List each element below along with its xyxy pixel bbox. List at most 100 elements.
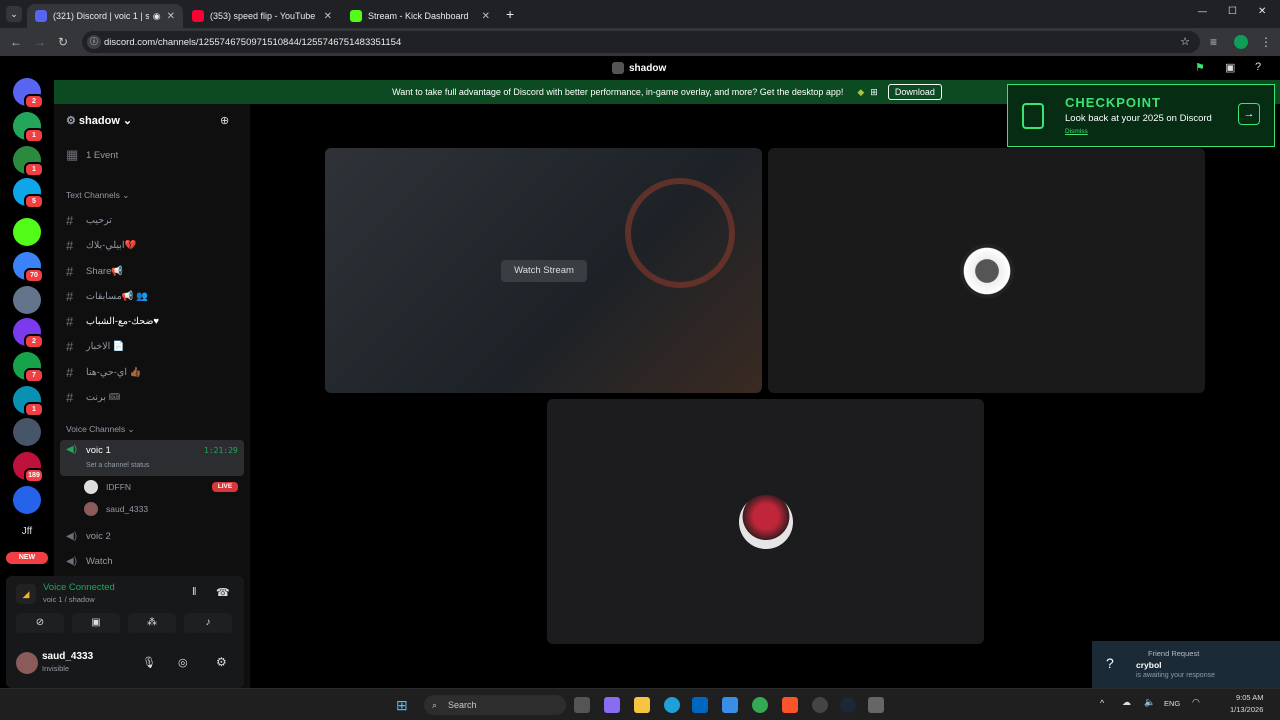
channel-item[interactable]: # Share📢: [66, 260, 244, 282]
server-icon[interactable]: 7: [13, 352, 44, 383]
text-channels-category[interactable]: Text Channels ⌄: [66, 190, 129, 201]
server-text-icon[interactable]: Jff: [13, 526, 41, 537]
voice-channel-item[interactable]: ◀) Watch: [66, 550, 244, 572]
network-icon[interactable]: ☁: [1122, 697, 1131, 708]
channel-item[interactable]: # مسابقات📢 👥: [66, 285, 244, 307]
browser-menu-icon[interactable]: ⋮: [1260, 34, 1272, 50]
channel-item[interactable]: # الاخبار 📄: [66, 335, 244, 357]
disconnect-icon[interactable]: ☎: [216, 586, 230, 599]
server-icon[interactable]: [13, 218, 41, 246]
tab-discord[interactable]: (321) Discord | voic 1 | sha ◉ ✕: [27, 4, 183, 28]
clock-time[interactable]: 9:05 AM: [1236, 693, 1264, 702]
server-icon[interactable]: 70: [13, 252, 44, 283]
file-explorer-icon[interactable]: [634, 697, 650, 713]
app-icon[interactable]: [868, 697, 884, 713]
address-bar[interactable]: ⓘ discord.com/channels/12557467509715108…: [82, 31, 1200, 53]
soundboard-button[interactable]: ♪: [184, 613, 232, 633]
stream-tile[interactable]: Watch Stream: [325, 148, 762, 393]
participant-tile[interactable]: [547, 399, 984, 644]
steam-icon[interactable]: [840, 697, 856, 713]
close-window-button[interactable]: ✕: [1258, 6, 1266, 17]
channel-status-hint[interactable]: Set a channel status: [86, 462, 149, 469]
microphone-icon[interactable]: 🎙: [142, 656, 156, 669]
server-icon[interactable]: [13, 486, 41, 514]
events-item[interactable]: ▦ 1 Event: [66, 144, 244, 166]
close-tab-icon[interactable]: ✕: [482, 11, 490, 22]
brave-icon[interactable]: [782, 697, 798, 713]
help-icon[interactable]: ?: [1255, 61, 1261, 73]
server-icon[interactable]: 2: [13, 318, 44, 349]
speaker-icon: ◀): [66, 555, 78, 567]
participant-tile[interactable]: [768, 148, 1205, 393]
settings-gear-icon[interactable]: ⚙: [216, 655, 227, 669]
bookmark-star-icon[interactable]: ☆: [1180, 35, 1190, 48]
voice-connected-sub[interactable]: voic 1 / shadow: [43, 595, 95, 604]
download-button[interactable]: Download: [887, 84, 942, 100]
maximize-button[interactable]: ☐: [1228, 6, 1237, 17]
friend-request-toast[interactable]: ? Friend Request crybol is awaiting your…: [1092, 641, 1280, 688]
forward-icon[interactable]: →: [34, 34, 46, 50]
close-tab-icon[interactable]: ✕: [167, 11, 175, 22]
channel-item[interactable]: # برنت 🎟: [66, 386, 244, 408]
arrow-right-icon[interactable]: →: [1238, 103, 1260, 125]
show-hidden-icons[interactable]: ^: [1100, 698, 1104, 708]
volume-icon[interactable]: 🔈: [1144, 697, 1155, 708]
new-tab-button[interactable]: +: [506, 6, 514, 22]
store-icon[interactable]: [692, 697, 708, 713]
edge-icon[interactable]: [664, 697, 680, 713]
close-tab-icon[interactable]: ✕: [324, 11, 332, 22]
tab-youtube[interactable]: (353) speed flip - YouTube ✕: [184, 4, 340, 28]
voice-channel-active[interactable]: ◀) voic 1 1:21:29 Set a channel status: [60, 440, 244, 476]
outlook-icon[interactable]: [722, 697, 738, 713]
direct-messages-icon[interactable]: 2: [13, 78, 44, 109]
invite-people-icon[interactable]: ⊕: [220, 114, 229, 127]
server-boost-icon: ⚙: [66, 115, 79, 127]
checkpoint-promo[interactable]: CHECKPOINT Look back at your 2025 on Dis…: [1007, 84, 1275, 147]
avatar[interactable]: [16, 652, 38, 674]
server-icon[interactable]: 1: [13, 146, 44, 177]
profile-avatar[interactable]: [1234, 35, 1248, 49]
channel-item[interactable]: # ابيلي-بلاك💔: [66, 234, 244, 256]
start-button[interactable]: ⊞: [396, 697, 408, 714]
noise-suppression-icon[interactable]: ǁ: [192, 586, 197, 598]
site-info-icon[interactable]: ⓘ: [87, 35, 101, 49]
quest-flag-icon[interactable]: ⚑: [1195, 61, 1205, 74]
dismiss-link[interactable]: Dismiss: [1065, 128, 1088, 135]
activities-button[interactable]: ⁂: [128, 613, 176, 633]
minimize-button[interactable]: —: [1198, 6, 1207, 16]
tab-list-dropdown[interactable]: ⌄: [6, 6, 22, 22]
taskbar-search[interactable]: ⌕ Search: [424, 695, 566, 715]
voice-user[interactable]: saud_4333: [84, 500, 244, 518]
share-screen-button[interactable]: ▣: [72, 613, 120, 633]
toast-user: crybol: [1136, 660, 1162, 670]
server-icon[interactable]: 5: [13, 178, 44, 209]
media-controls-icon[interactable]: ≡: [1210, 34, 1217, 50]
audio-icon[interactable]: ◉: [153, 11, 161, 22]
chrome-icon[interactable]: [752, 697, 768, 713]
server-icon[interactable]: [13, 286, 41, 314]
server-icon[interactable]: 1: [13, 112, 44, 143]
clock-date[interactable]: 1/13/2026: [1230, 705, 1263, 714]
channel-item[interactable]: # اي-حي-هنا 👍🏾: [66, 361, 244, 383]
voice-channels-category[interactable]: Voice Channels ⌄: [66, 424, 135, 435]
camera-off-button[interactable]: ⊘: [16, 613, 64, 633]
language-indicator[interactable]: ENG: [1164, 699, 1180, 708]
server-header[interactable]: ⚙ shadow ⌄: [66, 114, 132, 127]
server-icon[interactable]: 1: [13, 386, 44, 417]
server-icon[interactable]: 189: [13, 452, 44, 483]
server-icon[interactable]: [13, 418, 41, 446]
back-icon[interactable]: ←: [10, 34, 22, 50]
reload-icon[interactable]: ↻: [58, 34, 68, 50]
copilot-icon[interactable]: [604, 697, 620, 713]
channel-item[interactable]: # ترحيب: [66, 209, 244, 231]
wifi-icon[interactable]: ◠: [1192, 697, 1200, 708]
inbox-icon[interactable]: ▣: [1225, 61, 1235, 74]
tab-kick[interactable]: Stream - Kick Dashboard ✕: [342, 4, 498, 28]
voice-channel-item[interactable]: ◀) voic 2: [66, 525, 244, 547]
watch-stream-button[interactable]: Watch Stream: [501, 260, 587, 282]
channel-item[interactable]: # ضحك-مع-الشباب♥: [66, 310, 244, 332]
task-view-icon[interactable]: [574, 697, 590, 713]
voice-user[interactable]: IDFFN LIVE: [84, 478, 244, 496]
headphones-icon[interactable]: ◎: [178, 656, 188, 669]
app-icon[interactable]: [812, 697, 828, 713]
